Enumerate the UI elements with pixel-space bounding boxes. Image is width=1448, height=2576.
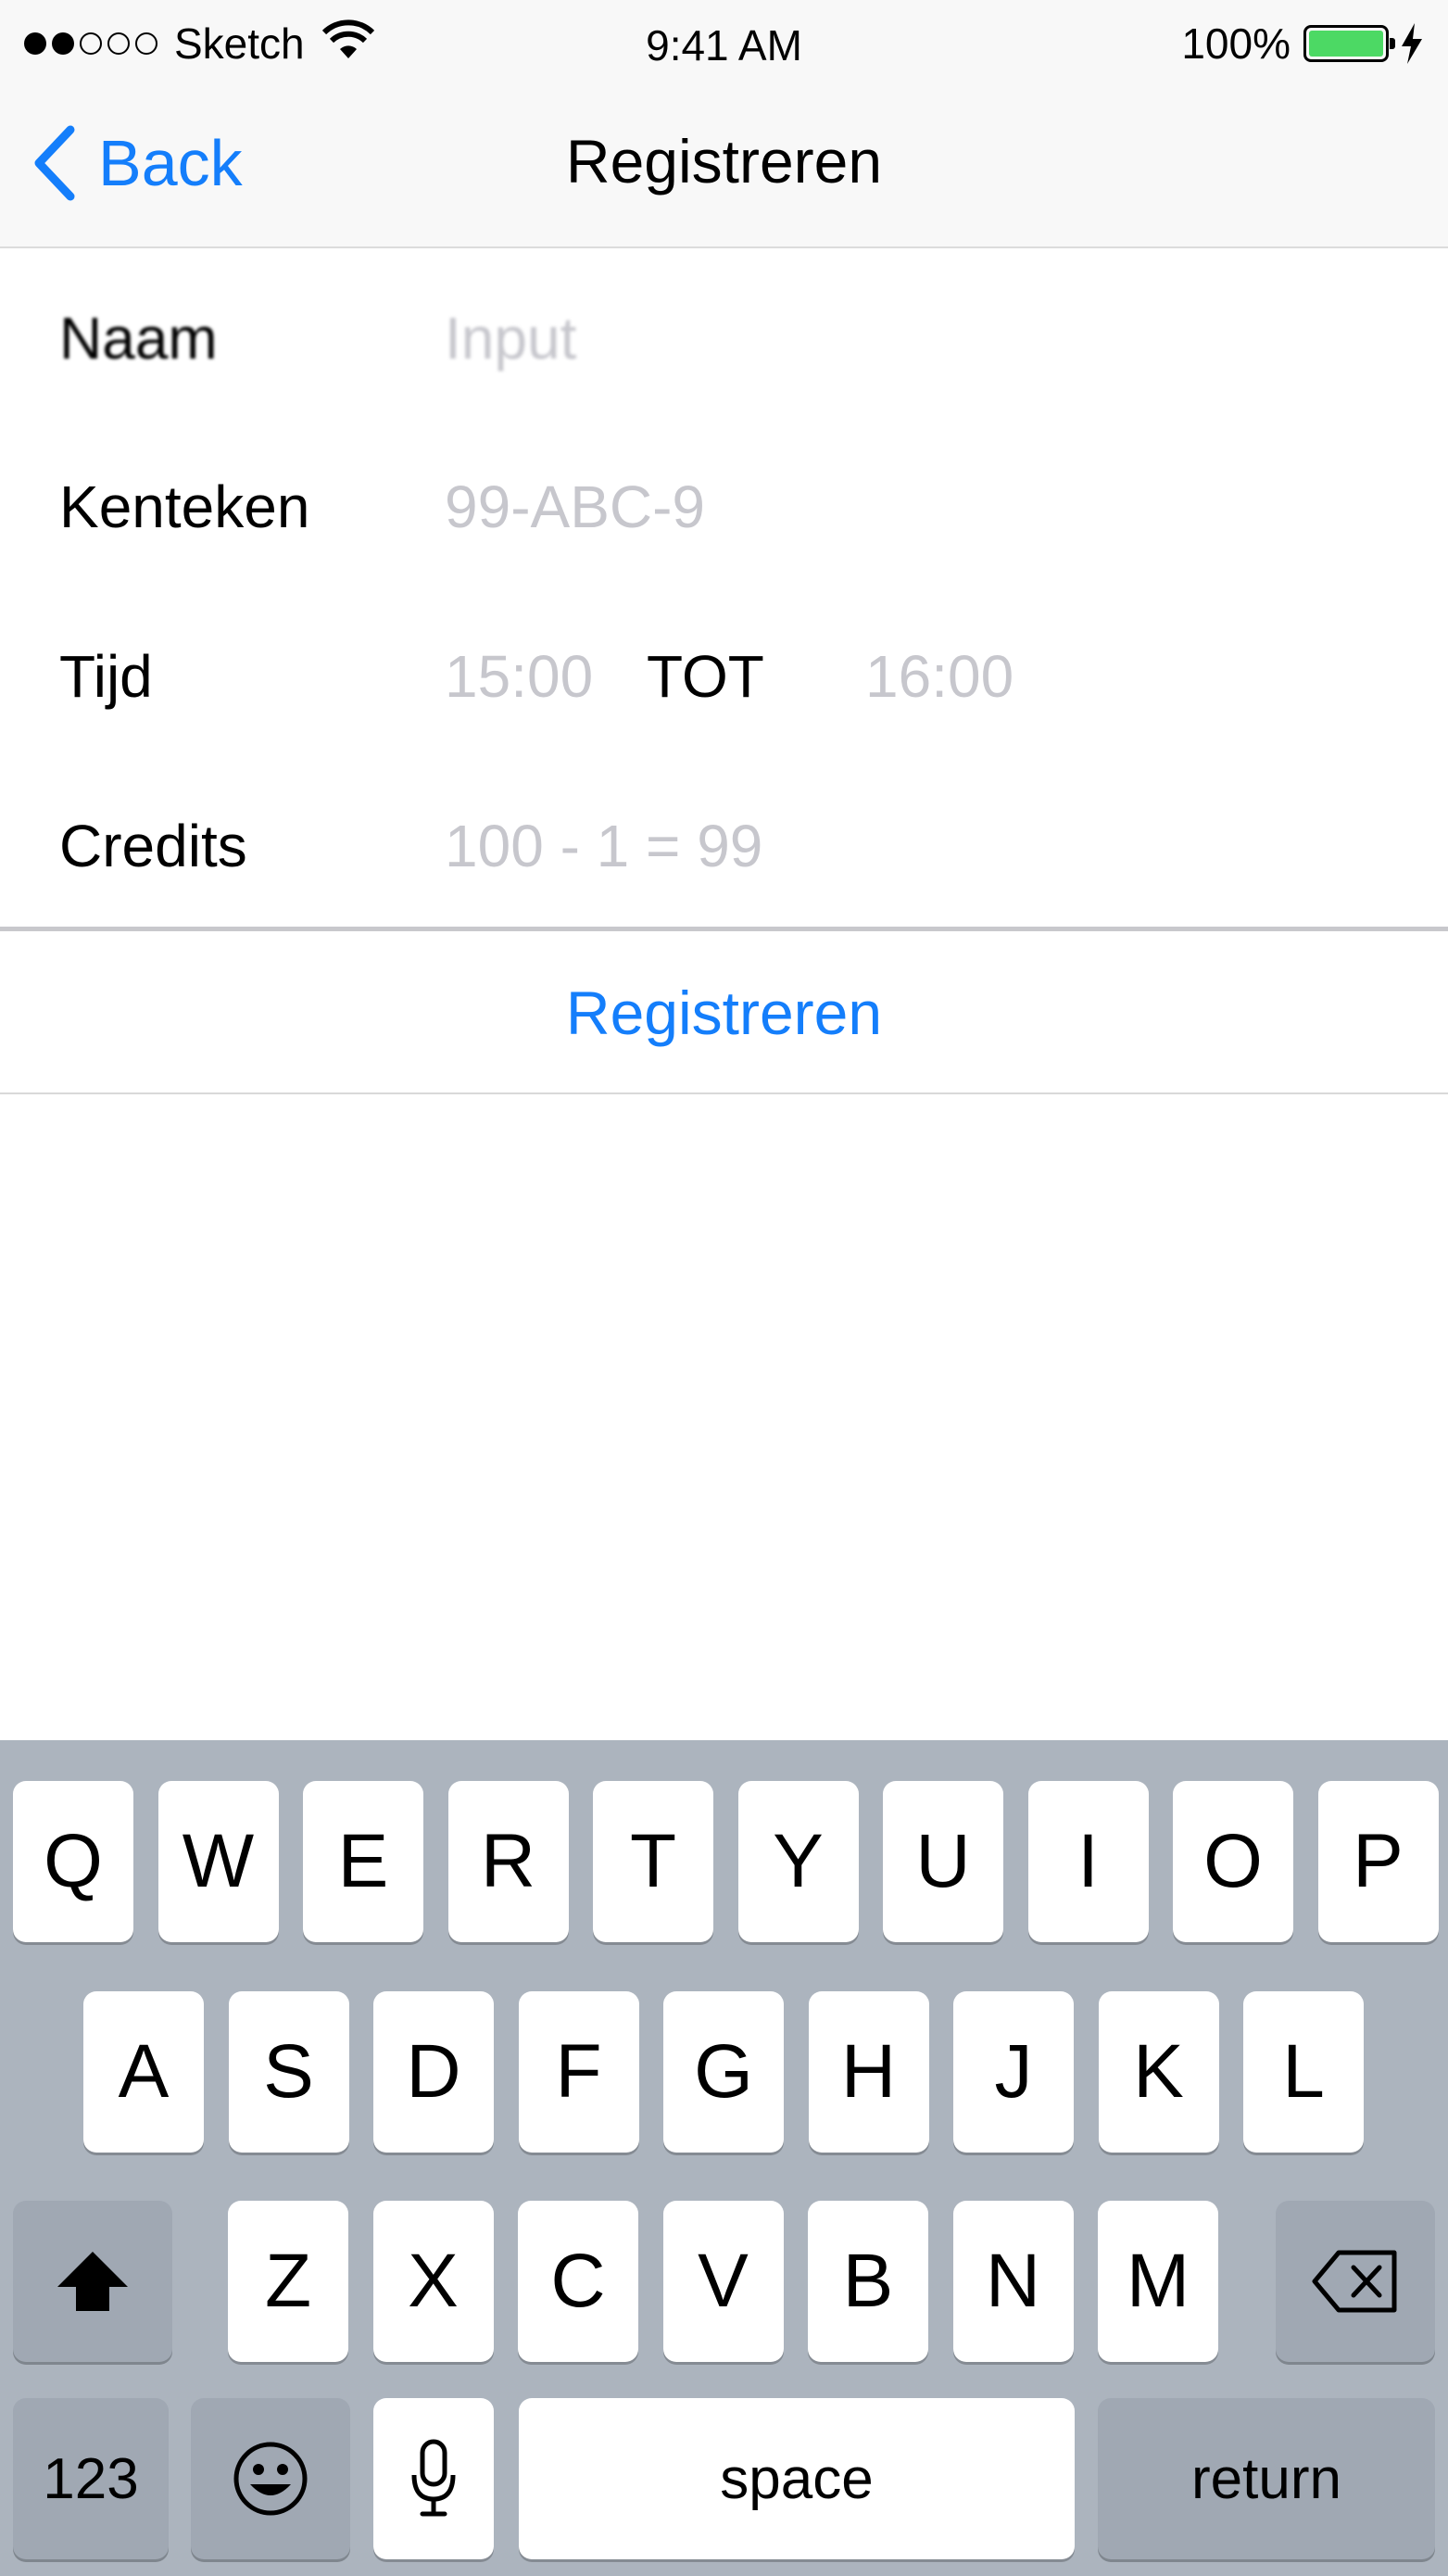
battery-fill: [1309, 31, 1383, 57]
key-h[interactable]: H: [808, 1991, 929, 2153]
key-y[interactable]: Y: [737, 1781, 859, 1942]
backspace-key[interactable]: [1276, 2201, 1435, 2362]
key-e[interactable]: E: [303, 1781, 423, 1942]
key-d[interactable]: D: [373, 1991, 494, 2153]
numbers-key[interactable]: 123: [13, 2398, 169, 2559]
row-credits: Credits 100 - 1 = 99: [0, 758, 1448, 927]
tijd-label: Tijd: [59, 643, 153, 710]
key-u[interactable]: U: [883, 1781, 1003, 1942]
key-t[interactable]: T: [593, 1781, 713, 1942]
key-s[interactable]: S: [228, 1991, 349, 2153]
tijd-from-input[interactable]: 15:00: [445, 642, 630, 711]
row-kenteken: Kenteken 99-ABC-9: [0, 419, 1448, 587]
key-i[interactable]: I: [1027, 1781, 1149, 1942]
register-button[interactable]: Registreren: [0, 931, 1448, 1094]
key-w[interactable]: W: [157, 1781, 279, 1942]
key-v[interactable]: V: [662, 2201, 784, 2362]
emoji-icon: [233, 2442, 308, 2516]
shift-icon: [57, 2252, 128, 2311]
credits-value: 100 - 1 = 99: [445, 813, 763, 879]
key-f[interactable]: F: [518, 1991, 639, 2153]
key-a[interactable]: A: [83, 1991, 204, 2153]
status-right: 100%: [1181, 19, 1424, 69]
naam-label: Naam: [59, 305, 218, 372]
row-naam: Naam Input: [0, 250, 1448, 419]
key-p[interactable]: P: [1317, 1781, 1439, 1942]
key-r[interactable]: R: [447, 1781, 569, 1942]
status-bar: Sketch 9:41 AM 100%: [0, 0, 1448, 83]
tijd-to-input[interactable]: 16:00: [865, 642, 1014, 711]
key-k[interactable]: K: [1098, 1991, 1219, 2153]
keyboard: QWERTYUIOP ASDFGHJKL ZXCVBNM 123 space r…: [0, 1740, 1448, 2576]
top-bar: Sketch 9:41 AM 100% Back Registreren: [0, 0, 1448, 248]
key-n[interactable]: N: [952, 2201, 1074, 2362]
kenteken-label: Kenteken: [59, 474, 310, 540]
tijd-separator: TOT: [647, 643, 764, 710]
return-key[interactable]: return: [1098, 2398, 1435, 2559]
page-title: Registreren: [565, 127, 883, 196]
key-m[interactable]: M: [1098, 2201, 1218, 2362]
microphone-icon: [411, 2439, 456, 2517]
key-b[interactable]: B: [808, 2201, 928, 2362]
key-j[interactable]: J: [953, 1991, 1074, 2153]
battery-nub: [1390, 38, 1395, 49]
kenteken-input[interactable]: 99-ABC-9: [445, 473, 1278, 541]
battery-icon: [1303, 25, 1395, 62]
emoji-key[interactable]: [191, 2398, 350, 2559]
battery-percent: 100%: [1181, 19, 1291, 68]
key-l[interactable]: L: [1243, 1991, 1364, 2153]
row-tijd: Tijd 15:00 TOT 16:00: [0, 588, 1448, 757]
key-o[interactable]: O: [1173, 1781, 1293, 1942]
naam-input[interactable]: Input: [445, 304, 1278, 373]
key-x[interactable]: X: [372, 2201, 494, 2362]
navigation-bar: Back Registreren: [0, 83, 1448, 248]
key-c[interactable]: C: [518, 2201, 638, 2362]
key-g[interactable]: G: [663, 1991, 784, 2153]
microphone-key[interactable]: [373, 2398, 494, 2559]
backspace-icon: [1312, 2250, 1397, 2313]
registration-form: Naam Input Kenteken 99-ABC-9 Tijd 15:00 …: [0, 250, 1448, 928]
key-q[interactable]: Q: [13, 1781, 133, 1942]
charging-bolt-icon: [1402, 23, 1422, 64]
shift-key[interactable]: [13, 2201, 172, 2362]
space-key[interactable]: space: [519, 2398, 1075, 2559]
credits-label: Credits: [59, 813, 247, 879]
key-z[interactable]: Z: [228, 2201, 348, 2362]
